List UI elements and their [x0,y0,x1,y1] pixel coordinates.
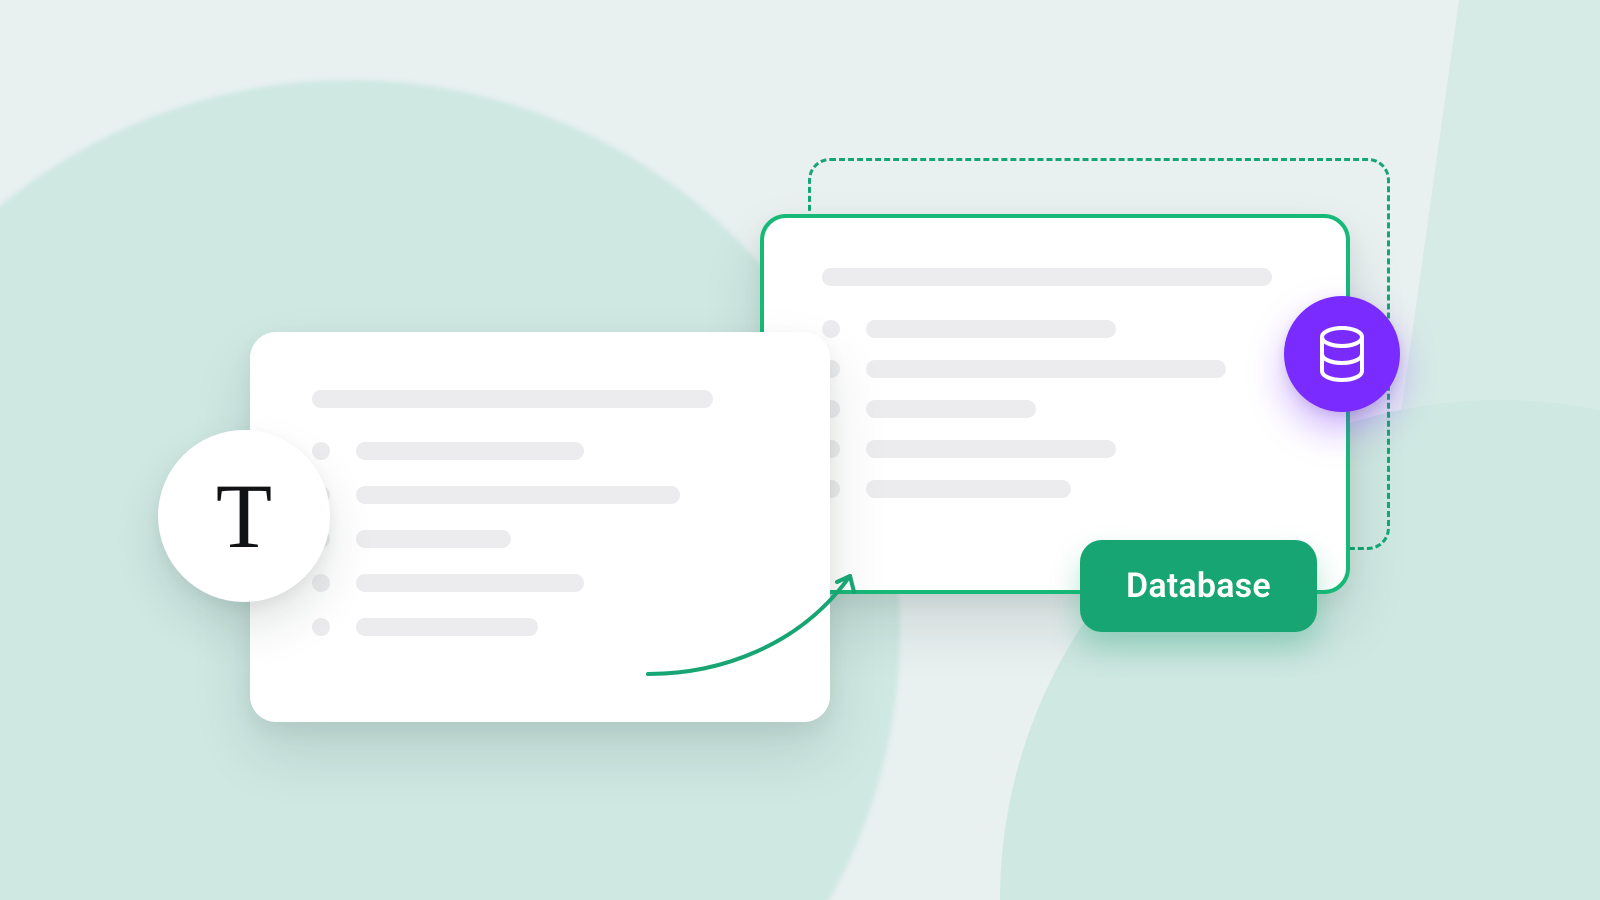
db-card-line [866,400,1036,418]
db-card-row [822,320,1288,338]
bullet-dot [312,574,330,592]
diagram-stage: T Database [0,0,1600,900]
text-card-line [356,530,511,548]
db-card-line [866,440,1116,458]
text-card-row [312,530,768,548]
db-card-row [822,480,1288,498]
bullet-dot [312,442,330,460]
database-card [760,214,1350,594]
database-label-pill: Database [1080,540,1317,632]
database-label-text: Database [1126,566,1271,606]
text-card-line [356,618,538,636]
db-card-title-placeholder [822,268,1272,286]
text-card [250,332,830,722]
text-card-line [356,486,680,504]
db-card-row [822,360,1288,378]
db-card-line [866,480,1071,498]
db-card-row [822,400,1288,418]
text-type-glyph: T [216,463,272,569]
text-card-line [356,442,584,460]
text-card-line [356,574,584,592]
database-icon [1284,296,1400,412]
db-card-line [866,360,1226,378]
text-type-icon: T [158,430,330,602]
bullet-dot [822,320,840,338]
db-card-row [822,440,1288,458]
text-card-title-placeholder [312,390,713,408]
text-card-row [312,486,768,504]
db-card-line [866,320,1116,338]
text-card-row [312,574,768,592]
text-card-row [312,618,768,636]
text-card-row [312,442,768,460]
bullet-dot [312,618,330,636]
